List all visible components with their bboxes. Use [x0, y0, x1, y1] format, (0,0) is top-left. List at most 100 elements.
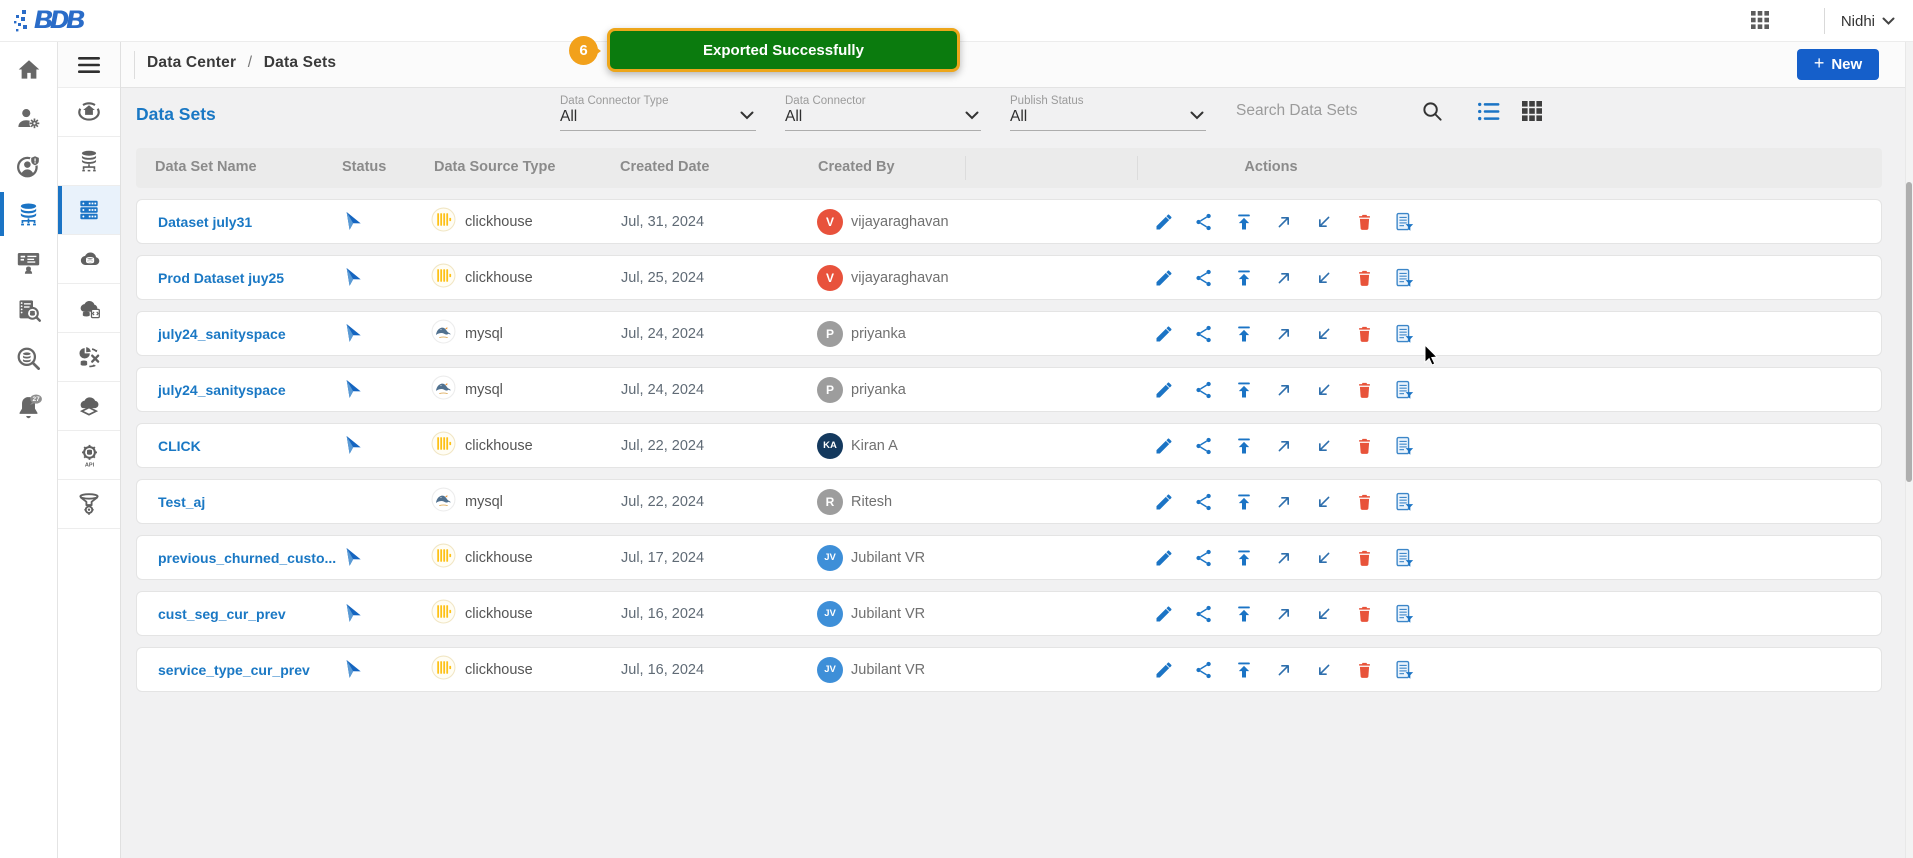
table-row[interactable]: july24_sanityspace mysql Jul, 24, 2024 P…: [136, 367, 1882, 412]
data-connector-type-select[interactable]: Data Connector Type All: [560, 95, 756, 131]
breadcrumb-data-sets[interactable]: Data Sets: [264, 54, 336, 71]
export-icon[interactable]: [1271, 601, 1297, 627]
scrollbar-thumb[interactable]: [1906, 182, 1912, 482]
dataset-name-link[interactable]: july24_sanityspace: [158, 382, 286, 398]
table-row[interactable]: CLICK clickhouse Jul, 22, 2024 KA Kiran …: [136, 423, 1882, 468]
share-icon[interactable]: [1191, 657, 1217, 683]
sidebar-item-data-catalog[interactable]: [0, 286, 57, 334]
export-icon[interactable]: [1271, 489, 1297, 515]
share-icon[interactable]: [1191, 265, 1217, 291]
grid-view-icon[interactable]: [1521, 100, 1543, 125]
delete-icon[interactable]: [1351, 209, 1377, 235]
export-icon[interactable]: [1271, 321, 1297, 347]
help-icon[interactable]: ?: [1786, 10, 1808, 32]
sidebar-item-data-store[interactable]: [58, 88, 120, 137]
table-row[interactable]: Test_aj mysql Jul, 22, 2024 R Ritesh: [136, 479, 1882, 524]
sidebar-item-cloud-data[interactable]: [58, 235, 120, 284]
dataset-name-link[interactable]: cust_seg_cur_prev: [158, 606, 286, 622]
table-row[interactable]: previous_churned_custo... clickhouse Jul…: [136, 535, 1882, 580]
edit-icon[interactable]: [1151, 601, 1177, 627]
sidebar-item-data-preparation[interactable]: [58, 333, 120, 382]
share-icon[interactable]: [1191, 489, 1217, 515]
export-icon[interactable]: [1271, 265, 1297, 291]
filter-copy-icon[interactable]: [1391, 377, 1417, 403]
share-icon[interactable]: [1191, 433, 1217, 459]
import-icon[interactable]: [1311, 377, 1337, 403]
publish-status-select[interactable]: Publish Status All: [1010, 95, 1206, 131]
edit-icon[interactable]: [1151, 209, 1177, 235]
sidebar-item-home[interactable]: [0, 46, 57, 94]
sidebar-item-data-as-api[interactable]: [58, 284, 120, 333]
dataset-name-link[interactable]: Dataset july31: [158, 214, 252, 230]
sidebar-item-data-sets[interactable]: [58, 186, 120, 235]
publish-icon[interactable]: [1231, 601, 1257, 627]
sidebar-item-data-search[interactable]: [0, 334, 57, 382]
breadcrumb-data-center[interactable]: Data Center: [147, 54, 236, 71]
vertical-scrollbar[interactable]: [1905, 42, 1913, 858]
publish-icon[interactable]: [1231, 209, 1257, 235]
share-icon[interactable]: [1191, 209, 1217, 235]
export-icon[interactable]: [1271, 657, 1297, 683]
dataset-name-link[interactable]: july24_sanityspace: [158, 326, 286, 342]
sidebar-item-data-privacy[interactable]: [0, 142, 57, 190]
table-row[interactable]: Dataset july31 clickhouse Jul, 31, 2024 …: [136, 199, 1882, 244]
sidebar-item-api-services[interactable]: API: [58, 431, 120, 480]
import-icon[interactable]: [1311, 265, 1337, 291]
dataset-name-link[interactable]: service_type_cur_prev: [158, 662, 310, 678]
publish-icon[interactable]: [1231, 433, 1257, 459]
edit-icon[interactable]: [1151, 433, 1177, 459]
share-icon[interactable]: [1191, 377, 1217, 403]
import-icon[interactable]: [1311, 321, 1337, 347]
delete-icon[interactable]: [1351, 377, 1377, 403]
filter-copy-icon[interactable]: [1391, 321, 1417, 347]
delete-icon[interactable]: [1351, 657, 1377, 683]
edit-icon[interactable]: [1151, 545, 1177, 571]
delete-icon[interactable]: [1351, 601, 1377, 627]
data-connector-select[interactable]: Data Connector All: [785, 95, 981, 131]
sidebar-item-data-filter[interactable]: [58, 480, 120, 529]
table-row[interactable]: cust_seg_cur_prev clickhouse Jul, 16, 20…: [136, 591, 1882, 636]
table-row[interactable]: july24_sanityspace mysql Jul, 24, 2024 P…: [136, 311, 1882, 356]
edit-icon[interactable]: [1151, 657, 1177, 683]
export-icon[interactable]: [1271, 433, 1297, 459]
publish-icon[interactable]: [1231, 265, 1257, 291]
edit-icon[interactable]: [1151, 489, 1177, 515]
import-icon[interactable]: [1311, 601, 1337, 627]
edit-icon[interactable]: [1151, 321, 1177, 347]
breadcrumb[interactable]: Data Center / Data Sets: [147, 54, 336, 72]
import-icon[interactable]: [1311, 489, 1337, 515]
delete-icon[interactable]: [1351, 489, 1377, 515]
filter-copy-icon[interactable]: [1391, 209, 1417, 235]
delete-icon[interactable]: [1351, 265, 1377, 291]
dataset-name-link[interactable]: Prod Dataset juy25: [158, 270, 284, 286]
filter-copy-icon[interactable]: [1391, 657, 1417, 683]
publish-icon[interactable]: [1231, 321, 1257, 347]
bdb-logo[interactable]: BDB: [12, 6, 84, 35]
import-icon[interactable]: [1311, 209, 1337, 235]
import-icon[interactable]: [1311, 545, 1337, 571]
sidebar-item-data-warehouse[interactable]: [58, 137, 120, 186]
search-icon[interactable]: [1421, 100, 1444, 126]
table-row[interactable]: Prod Dataset juy25 clickhouse Jul, 25, 2…: [136, 255, 1882, 300]
delete-icon[interactable]: [1351, 433, 1377, 459]
list-view-icon[interactable]: [1477, 101, 1502, 125]
delete-icon[interactable]: [1351, 321, 1377, 347]
apps-grid-icon[interactable]: [1750, 10, 1770, 33]
filter-copy-icon[interactable]: [1391, 433, 1417, 459]
publish-icon[interactable]: [1231, 657, 1257, 683]
dataset-name-link[interactable]: CLICK: [158, 438, 201, 454]
import-icon[interactable]: [1311, 657, 1337, 683]
search-input[interactable]: [1236, 102, 1414, 120]
dataset-name-link[interactable]: Test_aj: [158, 494, 205, 510]
user-menu[interactable]: Nidhi: [1841, 13, 1895, 30]
publish-icon[interactable]: [1231, 377, 1257, 403]
share-icon[interactable]: [1191, 321, 1217, 347]
sidebar-item-data-sandbox[interactable]: [58, 382, 120, 431]
edit-icon[interactable]: [1151, 377, 1177, 403]
sidebar-toggle-button[interactable]: [58, 42, 120, 88]
table-row[interactable]: service_type_cur_prev clickhouse Jul, 16…: [136, 647, 1882, 692]
filter-copy-icon[interactable]: [1391, 265, 1417, 291]
export-icon[interactable]: [1271, 545, 1297, 571]
export-icon[interactable]: [1271, 377, 1297, 403]
publish-icon[interactable]: [1231, 489, 1257, 515]
